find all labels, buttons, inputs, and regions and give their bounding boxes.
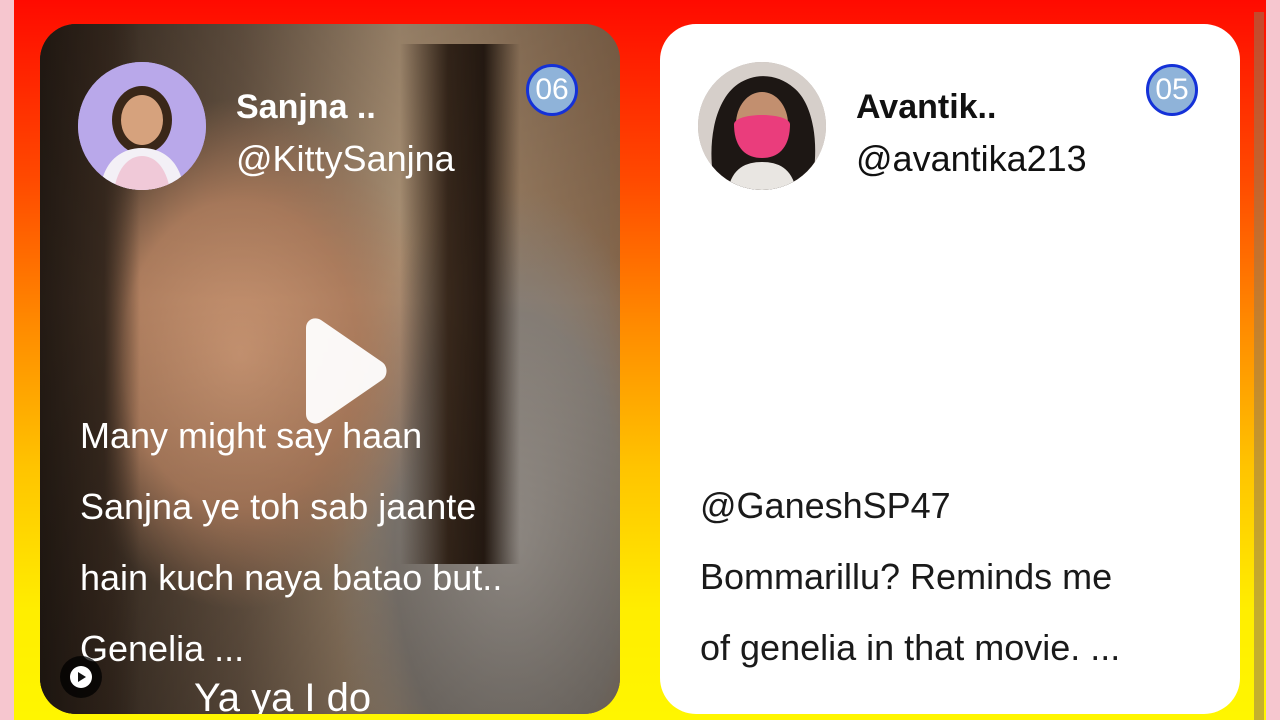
text-line: Many might say haan [80,415,423,456]
text-line: Genelia ... [80,628,245,669]
testimonial-text: @GaneshSP47 Bommarillu? Reminds me of ge… [700,470,1220,683]
avatar [78,62,206,190]
video-testimonial-card[interactable]: Sanjna .. @KittySanjna 06 Many might say… [40,24,620,714]
count-badge: 06 [526,64,578,116]
user-name: Avantik.. [856,88,997,126]
mini-play-icon[interactable] [60,656,102,698]
testimonial-carousel: Sanjna .. @KittySanjna 06 Many might say… [14,0,1266,720]
text-line: Sanjna ye toh sab jaante [80,486,477,527]
video-caption: Ya ya I do [194,676,372,714]
testimonial-text: Many might say haan Sanjna ye toh sab ja… [80,400,600,684]
scrollbar[interactable] [1254,12,1264,720]
avatar [698,62,826,190]
text-line: hain kuch naya batao but.. [80,557,503,598]
text-line: @GaneshSP47 [700,485,951,526]
text-testimonial-card[interactable]: Avantik.. @avantika213 05 @GaneshSP47 Bo… [660,24,1240,714]
count-badge: 05 [1146,64,1198,116]
user-handle: @KittySanjna [236,138,455,179]
text-line: Bommarillu? Reminds me [700,556,1113,597]
user-handle: @avantika213 [856,138,1087,179]
text-line: of genelia in that movie. ... [700,627,1121,668]
user-name: Sanjna .. [236,88,376,126]
